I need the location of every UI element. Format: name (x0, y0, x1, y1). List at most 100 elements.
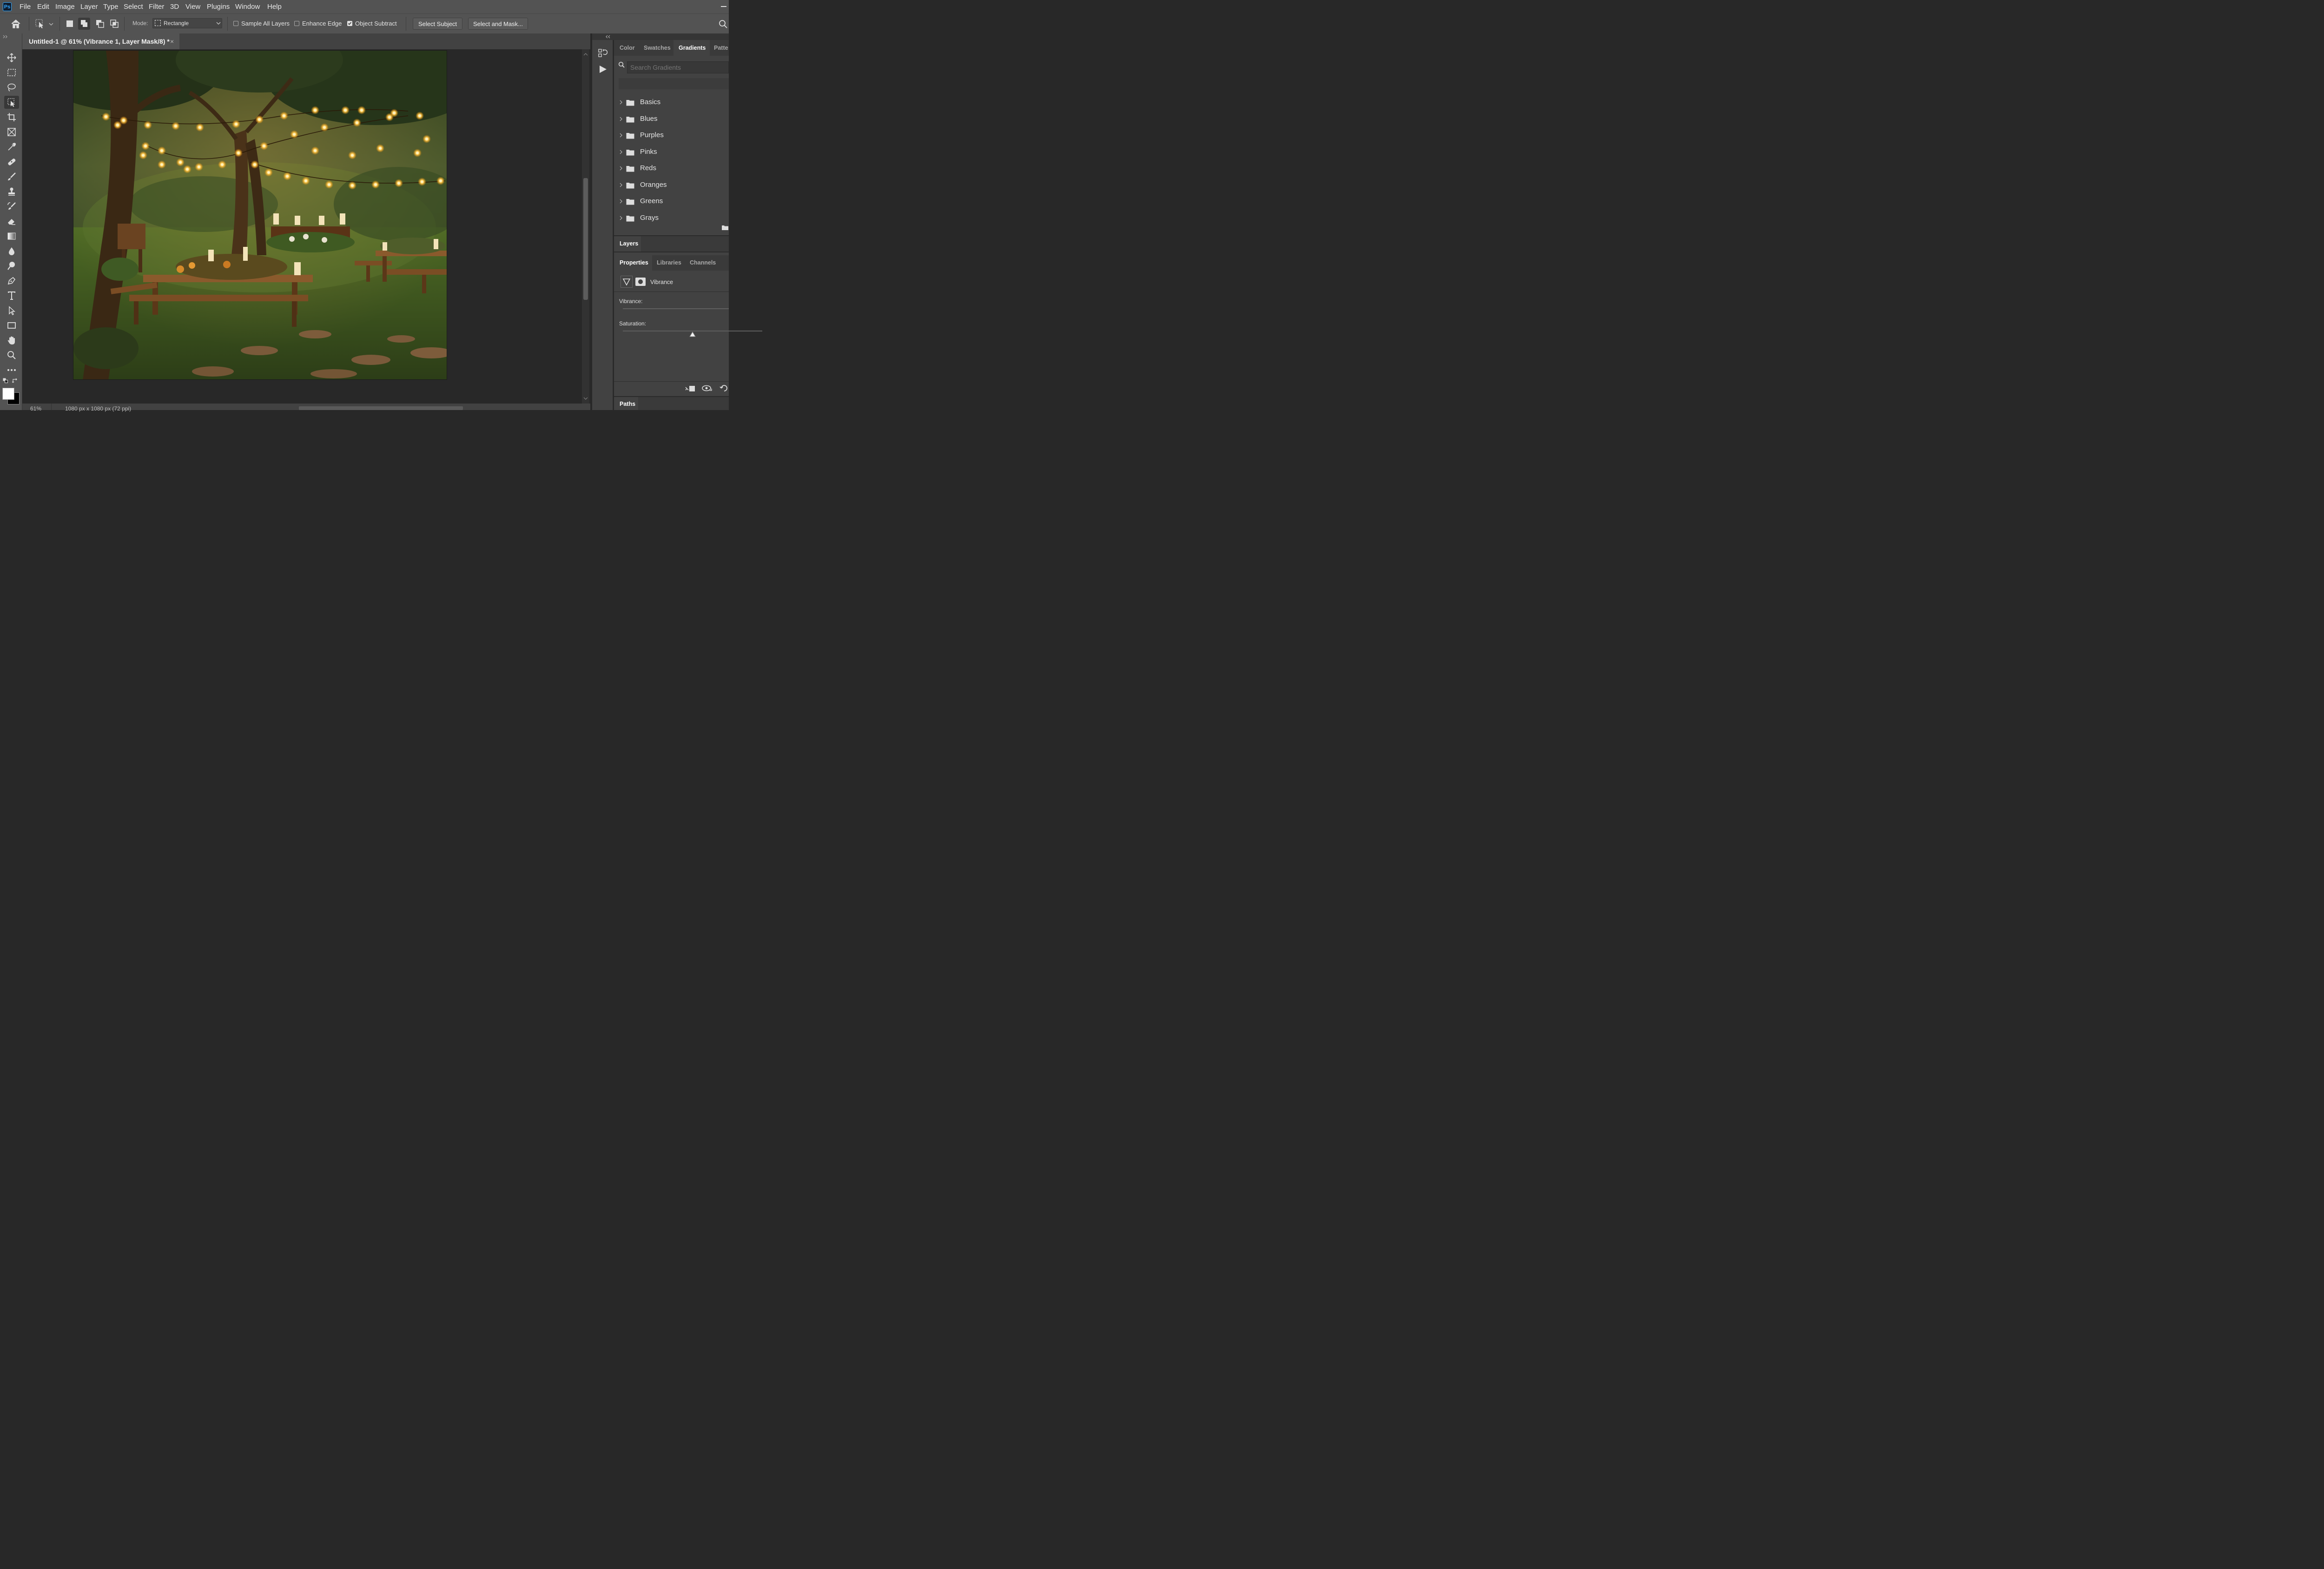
gradient-folder-oranges[interactable]: Oranges (614, 177, 729, 193)
marquee-tool-icon[interactable] (4, 66, 19, 79)
home-icon[interactable] (10, 19, 21, 29)
blur-tool-icon[interactable] (4, 245, 19, 258)
history-panel-icon[interactable] (598, 48, 607, 59)
add-to-selection-icon[interactable] (78, 18, 90, 30)
tab-channels[interactable]: Channels (690, 255, 716, 271)
reset-adjustment-icon[interactable] (719, 384, 729, 392)
menu-window[interactable]: Window (235, 0, 260, 13)
zoom-tool-icon[interactable] (4, 349, 19, 362)
sample-all-layers-checkbox[interactable] (233, 21, 238, 26)
menu-type[interactable]: Type (103, 0, 119, 13)
vertical-scrollbar[interactable] (582, 49, 589, 404)
chevron-right-icon[interactable] (619, 166, 623, 171)
tab-paths[interactable]: Paths (620, 397, 635, 413)
tab-libraries[interactable]: Libraries (657, 255, 681, 271)
swap-colors-icon[interactable] (12, 378, 19, 384)
saturation-slider-thumb[interactable] (689, 331, 696, 337)
chevron-right-icon[interactable] (619, 150, 623, 154)
menu-layer[interactable]: Layer (80, 0, 98, 13)
subtract-from-selection-icon[interactable] (95, 19, 105, 28)
new-selection-icon[interactable] (66, 20, 73, 27)
zoom-level[interactable]: 61% (30, 405, 41, 412)
tab-patterns[interactable]: Patte (714, 40, 728, 56)
chevron-right-icon[interactable] (619, 199, 623, 204)
more-tools-icon[interactable] (4, 364, 19, 377)
object-selection-preset-icon[interactable] (35, 19, 54, 28)
scroll-up-icon[interactable] (584, 53, 588, 56)
canvas-area[interactable] (22, 49, 590, 404)
eyedropper-tool-icon[interactable] (4, 140, 19, 153)
horizontal-scroll-thumb[interactable] (299, 406, 463, 410)
menu-plugins[interactable]: Plugins (207, 0, 230, 13)
collapse-toolbar-icon[interactable] (3, 34, 8, 39)
clone-stamp-tool-icon[interactable] (4, 185, 19, 198)
photoshop-logo[interactable]: Ps (3, 2, 12, 11)
menu-3d[interactable]: 3D (170, 0, 179, 13)
dodge-tool-icon[interactable] (4, 259, 19, 272)
gradient-folder-pinks[interactable]: Pinks (614, 144, 729, 160)
enhance-edge-checkbox[interactable] (294, 21, 299, 26)
collapse-panels-icon[interactable] (605, 34, 611, 39)
document-tab[interactable]: Untitled-1 @ 61% (Vibrance 1, Layer Mask… (22, 33, 179, 49)
eraser-tool-icon[interactable] (4, 215, 19, 228)
tab-properties[interactable]: Properties (620, 255, 648, 271)
hand-tool-icon[interactable] (4, 334, 19, 347)
tab-gradients[interactable]: Gradients (679, 40, 706, 56)
tab-color[interactable]: Color (620, 40, 635, 56)
pen-tool-icon[interactable] (4, 274, 19, 287)
gradient-tool-icon[interactable] (4, 230, 19, 243)
frame-tool-icon[interactable] (4, 126, 19, 139)
crop-tool-icon[interactable] (4, 111, 19, 124)
mode-select[interactable]: Rectangle (152, 18, 222, 28)
chevron-right-icon[interactable] (619, 183, 623, 187)
object-subtract-checkbox[interactable] (347, 21, 352, 26)
menu-help[interactable]: Help (267, 0, 282, 13)
menu-filter[interactable]: Filter (149, 0, 164, 13)
clip-to-layer-icon[interactable] (685, 384, 696, 393)
chevron-right-icon[interactable] (619, 117, 623, 121)
menu-file[interactable]: File (20, 0, 31, 13)
gradient-folder-basics[interactable]: Basics (614, 94, 729, 111)
default-colors-icon[interactable] (3, 378, 8, 384)
gradient-folder-blues[interactable]: Blues (614, 111, 729, 127)
search-icon[interactable] (719, 20, 728, 29)
close-tab-icon[interactable]: × (170, 33, 174, 49)
actions-play-icon[interactable] (599, 65, 607, 73)
object-selection-tool-icon[interactable] (4, 96, 19, 109)
move-tool-icon[interactable] (4, 51, 19, 64)
gradient-folder-greens[interactable]: Greens (614, 193, 729, 210)
minimize-icon[interactable] (721, 6, 726, 7)
select-subject-button[interactable]: Select Subject (413, 18, 462, 30)
view-previous-state-icon[interactable] (701, 384, 713, 392)
brush-tool-icon[interactable] (4, 170, 19, 183)
path-selection-tool-icon[interactable] (4, 304, 19, 317)
type-tool-icon[interactable] (4, 289, 19, 302)
menu-view[interactable]: View (185, 0, 200, 13)
layer-mask-icon[interactable] (635, 278, 646, 286)
chevron-down-icon (216, 21, 221, 26)
vertical-scroll-thumb[interactable] (583, 178, 588, 300)
menu-image[interactable]: Image (55, 0, 75, 13)
menu-select[interactable]: Select (124, 0, 143, 13)
chevron-right-icon[interactable] (619, 100, 623, 105)
document-canvas[interactable] (73, 50, 447, 380)
gradient-folder-purples[interactable]: Purples (614, 127, 729, 144)
gradient-folder-grays[interactable]: Grays (614, 210, 729, 226)
chevron-right-icon[interactable] (619, 133, 623, 138)
intersect-selection-icon[interactable] (110, 19, 119, 28)
select-and-mask-button[interactable]: Select and Mask... (468, 18, 528, 30)
lasso-tool-icon[interactable] (4, 81, 19, 94)
chevron-right-icon[interactable] (619, 216, 623, 220)
menu-edit[interactable]: Edit (37, 0, 49, 13)
scroll-down-icon[interactable] (584, 397, 588, 400)
vibrance-slider-track[interactable] (623, 308, 729, 309)
tab-layers[interactable]: Layers (620, 236, 638, 252)
gradient-folder-reds[interactable]: Reds (614, 160, 729, 177)
search-gradients-input[interactable] (627, 61, 729, 73)
tab-swatches[interactable]: Swatches (644, 40, 671, 56)
foreground-color-swatch[interactable] (2, 388, 14, 400)
history-brush-tool-icon[interactable] (4, 200, 19, 213)
rectangle-tool-icon[interactable] (4, 319, 19, 332)
new-gradient-group-icon[interactable] (721, 224, 729, 231)
healing-brush-tool-icon[interactable] (4, 155, 19, 168)
